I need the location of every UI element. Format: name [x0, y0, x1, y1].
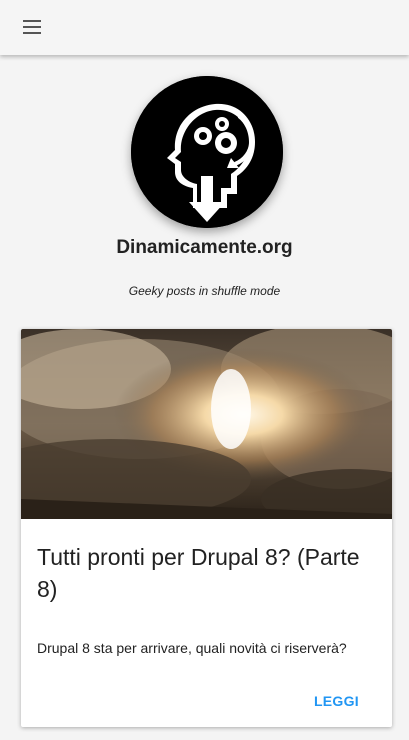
hamburger-menu-icon [23, 20, 41, 34]
article-title[interactable]: Tutti pronti per Drupal 8? (Parte 8) [37, 541, 377, 605]
top-app-bar [0, 0, 409, 55]
site-slogan: Geeky posts in shuffle mode [128, 284, 281, 298]
article-card: Tutti pronti per Drupal 8? (Parte 8) Dru… [21, 329, 392, 727]
site-name[interactable]: Dinamicamente.org [0, 237, 409, 259]
read-more-button[interactable]: LEGGI [314, 693, 359, 709]
rocket-launch-smoke-image[interactable] [21, 329, 392, 519]
site-logo[interactable] [131, 76, 283, 228]
article-summary: Drupal 8 sta per arrivare, quali novità … [37, 640, 347, 656]
menu-button[interactable] [14, 11, 50, 43]
head-gears-logo-icon [131, 76, 283, 228]
